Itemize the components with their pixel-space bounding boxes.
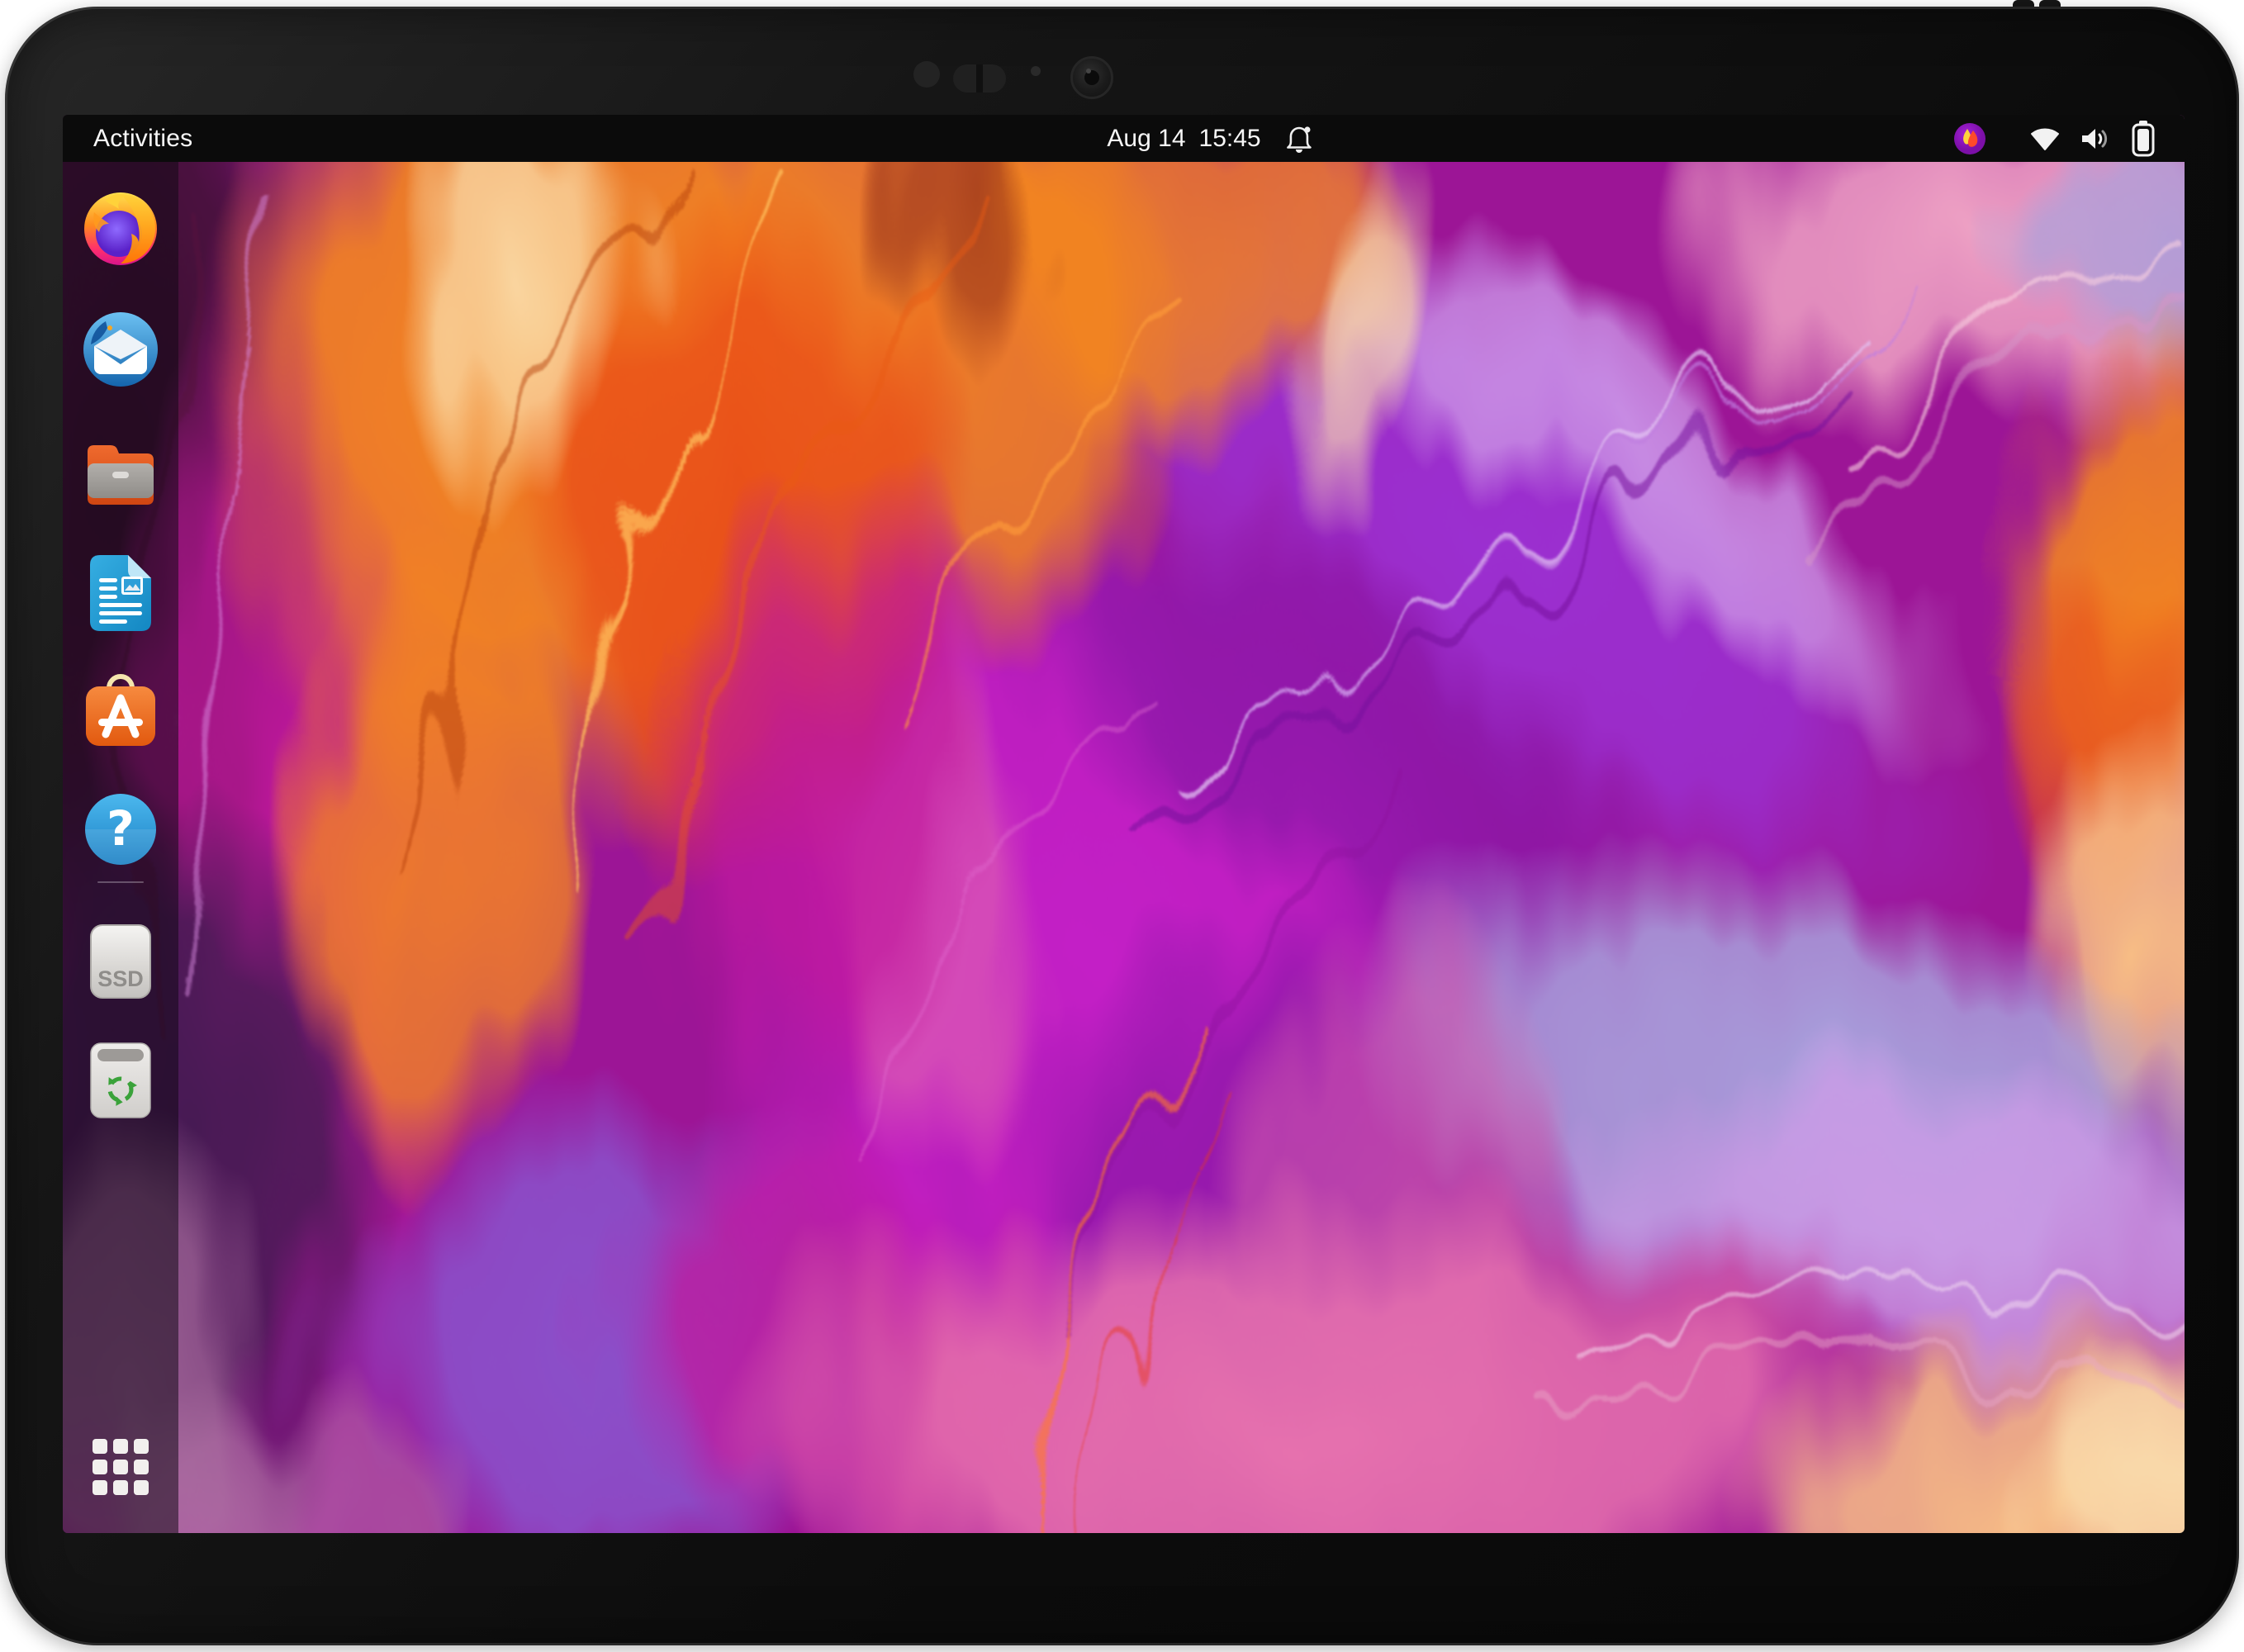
files-folder-icon bbox=[83, 439, 159, 505]
screen: Activities Aug 14 15:45 bbox=[63, 115, 2185, 1533]
volume-icon[interactable] bbox=[2080, 126, 2110, 151]
wifi-icon[interactable] bbox=[2029, 126, 2061, 151]
dock-item-help[interactable]: ? bbox=[84, 793, 157, 870]
clock-date: Aug 14 bbox=[1107, 125, 1185, 153]
top-bar: Activities Aug 14 15:45 bbox=[63, 115, 2185, 162]
battery-icon[interactable] bbox=[2132, 121, 2155, 157]
dock-item-ubuntu-software[interactable] bbox=[83, 672, 158, 752]
activities-label: Activities bbox=[93, 125, 192, 153]
sensor-pill bbox=[953, 64, 1006, 93]
ssd-drive-icon: SSD bbox=[89, 923, 152, 999]
desktop-wallpaper bbox=[63, 115, 2185, 1533]
help-question-mark: ? bbox=[107, 800, 135, 857]
dock: ? SSD bbox=[63, 162, 178, 1533]
dock-item-files[interactable] bbox=[83, 439, 159, 509]
ssd-label: SSD bbox=[97, 966, 144, 991]
dock-item-firefox[interactable] bbox=[83, 191, 159, 271]
libreoffice-writer-icon bbox=[88, 553, 153, 633]
trash-icon bbox=[90, 1042, 151, 1118]
show-applications-grid-icon bbox=[93, 1439, 149, 1495]
tablet-device: Activities Aug 14 15:45 bbox=[5, 7, 2239, 1645]
microphone-dot bbox=[1031, 66, 1041, 76]
ubuntu-software-icon bbox=[83, 672, 158, 748]
thunderbird-icon bbox=[81, 310, 160, 389]
flame-app-indicator-icon[interactable] bbox=[1953, 122, 1986, 155]
dock-item-libreoffice-writer[interactable] bbox=[88, 553, 153, 637]
show-applications-button[interactable] bbox=[93, 1439, 149, 1499]
firefox-icon bbox=[83, 191, 159, 267]
help-icon: ? bbox=[84, 793, 157, 866]
ambient-sensor bbox=[913, 61, 940, 88]
activities-button[interactable]: Activities bbox=[93, 115, 192, 162]
notification-bell-icon bbox=[1286, 124, 1312, 154]
clock-button[interactable]: Aug 14 15:45 bbox=[1107, 115, 1312, 162]
dock-divider bbox=[97, 881, 144, 883]
front-camera bbox=[1070, 56, 1113, 99]
system-tray[interactable] bbox=[1953, 115, 2155, 162]
clock-time: 15:45 bbox=[1199, 125, 1261, 153]
dock-item-trash[interactable] bbox=[90, 1042, 151, 1123]
dock-item-ssd-drive[interactable]: SSD bbox=[89, 923, 152, 1004]
dock-item-thunderbird[interactable] bbox=[81, 310, 160, 393]
